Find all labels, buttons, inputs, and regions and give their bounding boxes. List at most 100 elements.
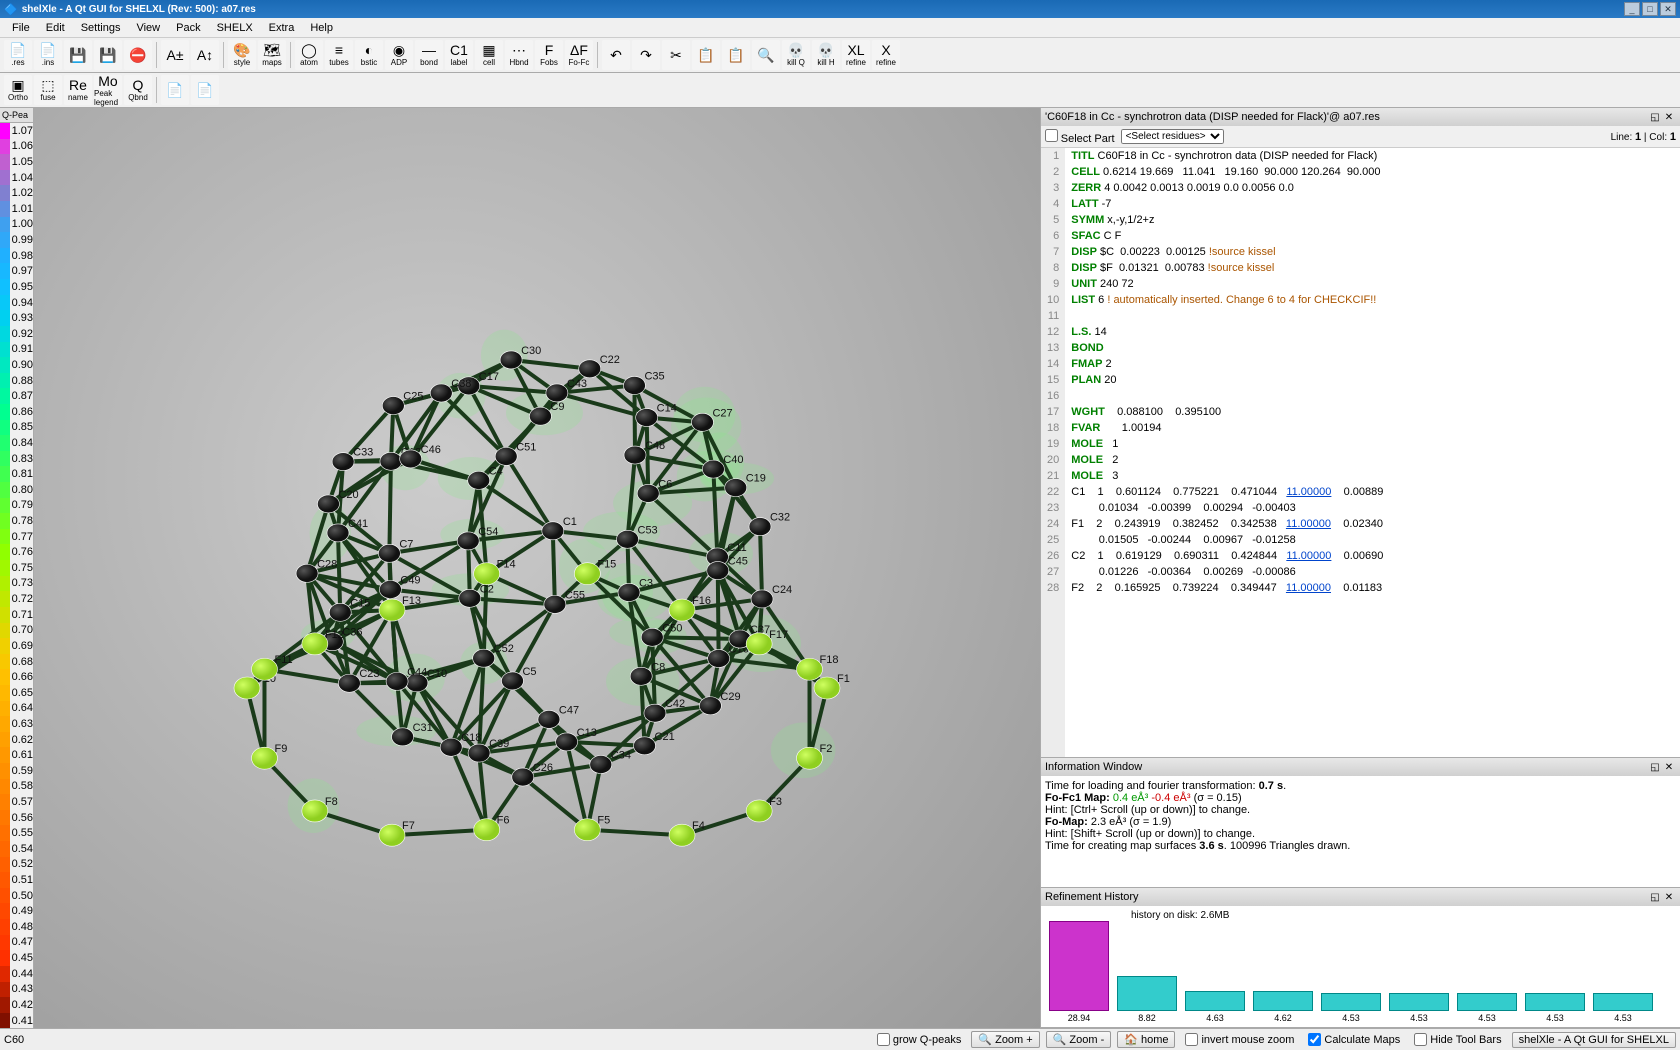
panel-float-icon[interactable]: ◱: [1648, 760, 1662, 774]
toolbtn-atom[interactable]: ◯atom: [295, 40, 323, 70]
svg-text:C11: C11: [727, 542, 746, 554]
maximize-button[interactable]: □: [1642, 2, 1658, 16]
toolbtn-refine[interactable]: Xrefine: [872, 40, 900, 70]
toolbtn-Fobs[interactable]: FFobs: [535, 40, 563, 70]
app-icon: 🔷: [4, 3, 18, 16]
zoom-in-button[interactable]: 🔍 Zoom +: [971, 1031, 1039, 1048]
toolbtn-name[interactable]: Rename: [64, 75, 92, 105]
svg-text:C3: C3: [639, 577, 653, 589]
toolbtn-refine[interactable]: XLrefine: [842, 40, 870, 70]
home-button[interactable]: 🏠 home: [1117, 1031, 1175, 1048]
svg-text:C35: C35: [644, 370, 664, 382]
menu-extra[interactable]: Extra: [261, 20, 303, 36]
code-editor[interactable]: 1234567891011121314151617181920212223242…: [1041, 148, 1680, 757]
toolbar-main: 📄.res📄.ins💾💾⛔A±A↕🎨style🗺maps◯atom≡tubes◐…: [0, 38, 1680, 73]
toolbtn-↷[interactable]: ↷: [632, 40, 660, 70]
history-title: Refinement History: [1045, 891, 1648, 903]
panel-float-icon[interactable]: ◱: [1648, 890, 1662, 904]
toolbtn-.ins[interactable]: 📄.ins: [34, 40, 62, 70]
panel-close-icon[interactable]: ✕: [1662, 110, 1676, 124]
toolbtn-bstic[interactable]: ◐bstic: [355, 40, 383, 70]
toolbtn-💾[interactable]: 💾: [64, 40, 92, 70]
calc-maps-checkbox[interactable]: Calculate Maps: [1304, 1033, 1404, 1046]
minimize-button[interactable]: _: [1624, 2, 1640, 16]
svg-text:C48: C48: [645, 440, 665, 452]
toolbtn-✂[interactable]: ✂: [662, 40, 690, 70]
panel-float-icon[interactable]: ◱: [1648, 110, 1662, 124]
svg-text:C31: C31: [413, 722, 433, 734]
svg-text:C55: C55: [565, 589, 585, 601]
toolbtn-📄[interactable]: 📄: [161, 75, 189, 105]
svg-text:C30: C30: [521, 345, 541, 357]
toolbtn-↶[interactable]: ↶: [602, 40, 630, 70]
svg-text:C29: C29: [720, 691, 740, 703]
toolbtn-bond[interactable]: —bond: [415, 40, 443, 70]
toolbtn-🔍[interactable]: 🔍: [752, 40, 780, 70]
svg-text:C14: C14: [657, 403, 677, 415]
toolbtn-kill Q[interactable]: 💀kill Q: [782, 40, 810, 70]
svg-text:C23: C23: [359, 668, 379, 680]
close-button[interactable]: ✕: [1660, 2, 1676, 16]
toolbtn-kill H[interactable]: 💀kill H: [812, 40, 840, 70]
toolbtn-A↕[interactable]: A↕: [191, 40, 219, 70]
toolbtn-label[interactable]: C1label: [445, 40, 473, 70]
toolbtn-📄[interactable]: 📄: [191, 75, 219, 105]
titlebar: 🔷 shelXle - A Qt GUI for SHELXL (Rev: 50…: [0, 0, 1680, 18]
svg-text:C27: C27: [712, 407, 732, 419]
svg-text:C34: C34: [611, 749, 631, 761]
toolbtn-.res[interactable]: 📄.res: [4, 40, 32, 70]
svg-text:C17: C17: [479, 371, 499, 383]
editor-panel: 'C60F18 in Cc - synchrotron data (DISP n…: [1041, 108, 1680, 758]
svg-text:F6: F6: [497, 815, 510, 827]
toolbtn-⛔[interactable]: ⛔: [124, 40, 152, 70]
menu-file[interactable]: File: [4, 20, 38, 36]
toolbtn-A±[interactable]: A±: [161, 40, 189, 70]
svg-text:C26: C26: [533, 762, 553, 774]
grow-qpeaks-checkbox[interactable]: grow Q-peaks: [873, 1033, 965, 1046]
toolbtn-💾[interactable]: 💾: [94, 40, 122, 70]
menu-pack[interactable]: Pack: [168, 20, 208, 36]
toolbtn-fuse[interactable]: ⬚fuse: [34, 75, 62, 105]
panel-close-icon[interactable]: ✕: [1662, 890, 1676, 904]
toolbtn-cell[interactable]: ▦cell: [475, 40, 503, 70]
status-left: C60: [4, 1034, 867, 1046]
menu-edit[interactable]: Edit: [38, 20, 73, 36]
svg-text:F8: F8: [325, 796, 338, 808]
toolbtn-style[interactable]: 🎨style: [228, 40, 256, 70]
toolbtn-Peak legend[interactable]: MoPeak legend: [94, 75, 122, 105]
svg-text:C52: C52: [494, 643, 514, 655]
menu-shelx[interactable]: SHELX: [209, 20, 261, 36]
zoom-out-button[interactable]: 🔍 Zoom -: [1046, 1031, 1112, 1048]
molecule-viewport[interactable]: C1C2C3C4C5C6C7C8C9C10C11C12C13C14C15C16C…: [34, 108, 1040, 1028]
toolbtn-Fo-Fc[interactable]: ΔFFo-Fc: [565, 40, 593, 70]
toolbtn-Ortho[interactable]: ▣Ortho: [4, 75, 32, 105]
svg-text:F3: F3: [769, 796, 782, 808]
toolbtn-Hbnd[interactable]: ⋯Hbnd: [505, 40, 533, 70]
toolbtn-maps[interactable]: 🗺maps: [258, 40, 286, 70]
history-disk-info: history on disk: 2.6MB: [1131, 910, 1229, 921]
toolbtn-📋[interactable]: 📋: [692, 40, 720, 70]
menu-settings[interactable]: Settings: [73, 20, 129, 36]
toolbtn-tubes[interactable]: ≡tubes: [325, 40, 353, 70]
menu-view[interactable]: View: [128, 20, 168, 36]
toolbtn-Qbnd[interactable]: QQbnd: [124, 75, 152, 105]
svg-text:C41: C41: [348, 518, 368, 530]
menu-help[interactable]: Help: [302, 20, 341, 36]
panel-close-icon[interactable]: ✕: [1662, 760, 1676, 774]
svg-text:C4: C4: [489, 465, 503, 477]
hide-toolbars-checkbox[interactable]: Hide Tool Bars: [1410, 1033, 1505, 1046]
history-body[interactable]: history on disk: 2.6MB 28.948.824.634.62…: [1041, 906, 1680, 1027]
select-part-checkbox[interactable]: Select Part: [1045, 129, 1115, 145]
svg-text:C10: C10: [427, 668, 447, 680]
app-name-box: shelXle - A Qt GUI for SHELXL: [1512, 1032, 1676, 1048]
svg-text:C6: C6: [658, 478, 672, 490]
toolbtn-ADP[interactable]: ◉ADP: [385, 40, 413, 70]
toolbtn-📋[interactable]: 📋: [722, 40, 750, 70]
svg-text:C50: C50: [662, 622, 682, 634]
invert-zoom-checkbox[interactable]: invert mouse zoom: [1181, 1033, 1298, 1046]
titlebar-text: shelXle - A Qt GUI for SHELXL (Rev: 500)…: [22, 4, 1624, 15]
svg-text:C49: C49: [400, 575, 420, 587]
residues-select[interactable]: <Select residues>: [1121, 129, 1224, 144]
molecule-render: C1C2C3C4C5C6C7C8C9C10C11C12C13C14C15C16C…: [217, 248, 857, 888]
history-panel: Refinement History ◱ ✕ history on disk: …: [1041, 888, 1680, 1028]
